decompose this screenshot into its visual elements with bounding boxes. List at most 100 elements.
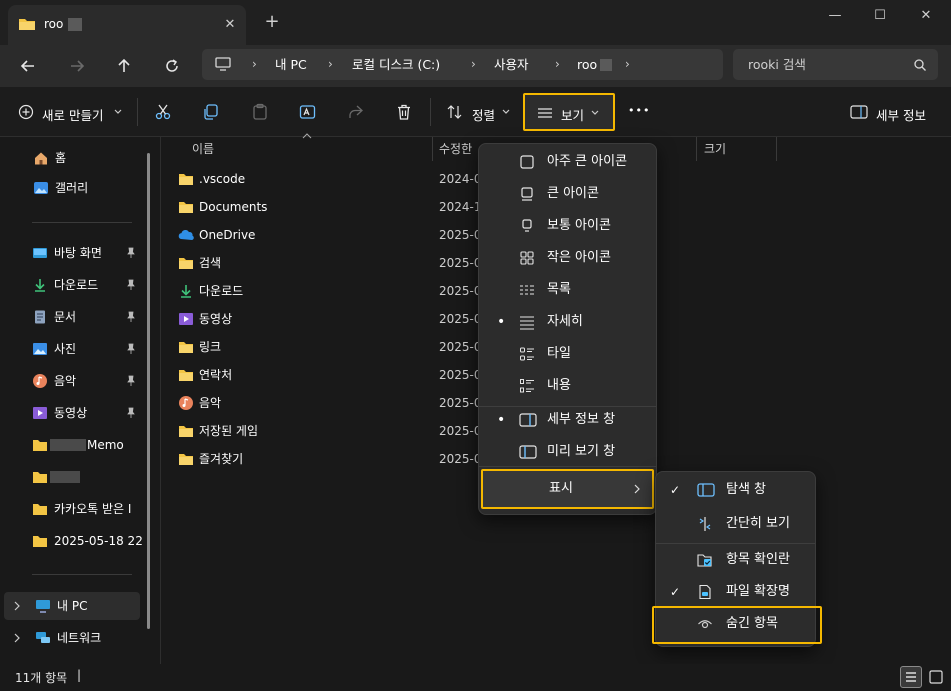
file-row[interactable]: 즐겨찾기 [178, 445, 428, 473]
download-icon [32, 277, 48, 293]
column-divider [432, 137, 433, 161]
file-name: 동영상 [199, 312, 233, 326]
breadcrumb-pc[interactable]: 내 PC [275, 49, 307, 80]
view-menu-label: 목록 [547, 282, 571, 297]
check-icon: ✓ [670, 483, 681, 497]
more-options-button[interactable]: ••• [628, 104, 650, 117]
file-row[interactable]: OneDrive [178, 221, 428, 249]
column-divider [776, 137, 777, 161]
redacted-block [50, 439, 86, 451]
file-date: 2025-0 [439, 228, 482, 242]
show-submenu-button[interactable]: 표시 [481, 469, 654, 509]
file-row[interactable]: 다운로드 [178, 277, 428, 305]
file-date: 2025-0 [439, 340, 482, 354]
sort-button[interactable]: 정렬 [446, 103, 510, 123]
view-menu-item[interactable]: • 자세히 [479, 306, 656, 338]
column-header-name[interactable]: 이름 [192, 140, 214, 157]
folder-icon [32, 437, 48, 453]
new-tab-button[interactable]: + [262, 12, 282, 32]
nav-item-network[interactable]: 네트워크 [4, 624, 140, 652]
command-bar: 새로 만들기 정렬 보기 ••• 세부 정보 [0, 87, 951, 137]
breadcrumb-users[interactable]: 사용자 [494, 49, 529, 80]
search-box[interactable]: rooki 검색 [733, 49, 938, 80]
view-menu-item[interactable]: 내용 [479, 370, 656, 402]
column-header-modified[interactable]: 수정한 [439, 140, 472, 157]
file-name: 링크 [199, 340, 222, 354]
pin-icon[interactable] [126, 368, 136, 394]
pin-icon[interactable] [126, 400, 136, 426]
download-icon [178, 283, 194, 299]
gallery-icon [33, 180, 49, 196]
nav-scrollbar[interactable] [147, 153, 150, 629]
search-icon [913, 58, 927, 72]
refresh-button[interactable] [159, 54, 185, 78]
view-menu-item[interactable]: 보통 아이콘 [479, 210, 656, 242]
file-row[interactable]: Documents [178, 193, 428, 221]
menu-separator [656, 543, 815, 544]
file-row[interactable]: 검색 [178, 249, 428, 277]
up-button[interactable] [111, 54, 137, 78]
chevron-right-icon[interactable] [13, 633, 21, 643]
cut-icon[interactable] [154, 103, 172, 121]
pin-icon[interactable] [126, 240, 136, 266]
view-menu-item[interactable]: 큰 아이콘 [479, 178, 656, 210]
file-row[interactable]: .vscode [178, 165, 428, 193]
paste-icon[interactable] [251, 103, 269, 121]
show-menu-item[interactable]: 항목 확인란 [656, 544, 815, 576]
file-row[interactable]: 음악 [178, 389, 428, 417]
nav-divider [32, 574, 132, 575]
folder-icon [178, 451, 194, 467]
minimize-button[interactable]: — [812, 2, 858, 30]
pin-icon[interactable] [126, 272, 136, 298]
breadcrumb-user-folder[interactable]: roo [577, 49, 597, 80]
nav-item-this-pc-selected[interactable]: 내 PC [4, 592, 140, 620]
details-view-toggle[interactable] [900, 666, 922, 688]
file-name: OneDrive [199, 228, 256, 242]
nav-label-this-pc: 내 PC [57, 599, 88, 613]
view-button[interactable]: 보기 [523, 93, 615, 131]
pane-menu-item[interactable]: 미리 보기 창 [479, 436, 656, 468]
menu-separator [479, 466, 656, 467]
details-icon [519, 314, 535, 330]
show-menu-label: 항목 확인란 [726, 552, 790, 567]
maximize-button[interactable]: ☐ [857, 2, 903, 30]
view-menu-item[interactable]: 아주 큰 아이콘 [479, 146, 656, 178]
view-menu-item[interactable]: 타일 [479, 338, 656, 370]
chevron-right-icon[interactable] [13, 601, 21, 611]
details-pane-icon [519, 412, 537, 428]
search-input[interactable]: rooki 검색 [748, 49, 806, 80]
delete-icon[interactable] [395, 103, 413, 121]
column-header-size[interactable]: 크기 [704, 140, 726, 157]
details-pane-button[interactable]: 세부 정보 [850, 103, 940, 123]
chevron-right-icon: › [555, 57, 560, 71]
file-name: 검색 [199, 256, 222, 270]
pin-icon[interactable] [126, 336, 136, 362]
show-menu-item[interactable]: ✓ 탐색 창 [656, 474, 815, 506]
file-row[interactable]: 동영상 [178, 305, 428, 333]
file-row[interactable]: 연락처 [178, 361, 428, 389]
show-menu-item[interactable]: ✓ 파일 확장명 [656, 576, 815, 608]
breadcrumb-local-disk[interactable]: 로컬 디스크 (C:) [352, 49, 440, 80]
share-icon[interactable] [347, 103, 365, 121]
tab-active[interactable]: roo ✕ [8, 5, 246, 45]
large-icons-view-toggle[interactable] [926, 667, 946, 687]
address-bar[interactable]: › 내 PC › 로컬 디스크 (C:) › 사용자 › roo › [202, 49, 723, 80]
back-button[interactable] [15, 54, 41, 78]
file-row[interactable]: 링크 [178, 333, 428, 361]
show-menu-item[interactable]: 간단히 보기 [656, 508, 815, 540]
address-row: › 내 PC › 로컬 디스크 (C:) › 사용자 › roo › rooki… [0, 45, 951, 87]
copy-icon[interactable] [202, 103, 220, 121]
pane-menu-item[interactable]: • 세부 정보 창 [479, 404, 656, 436]
view-menu-item[interactable]: 작은 아이콘 [479, 242, 656, 274]
pin-icon[interactable] [126, 304, 136, 330]
new-button-label: 새로 만들기 [42, 108, 104, 123]
show-menu-label: 탐색 창 [726, 482, 767, 497]
view-menu-label: 자세히 [547, 314, 583, 329]
tab-close-icon[interactable]: ✕ [220, 15, 240, 35]
file-row[interactable]: 저장된 게임 [178, 417, 428, 445]
rename-icon[interactable] [299, 103, 317, 121]
forward-button[interactable] [64, 54, 90, 78]
close-window-button[interactable]: ✕ [903, 2, 949, 30]
view-menu-item[interactable]: 목록 [479, 274, 656, 306]
selected-dot-icon: • [497, 412, 506, 428]
